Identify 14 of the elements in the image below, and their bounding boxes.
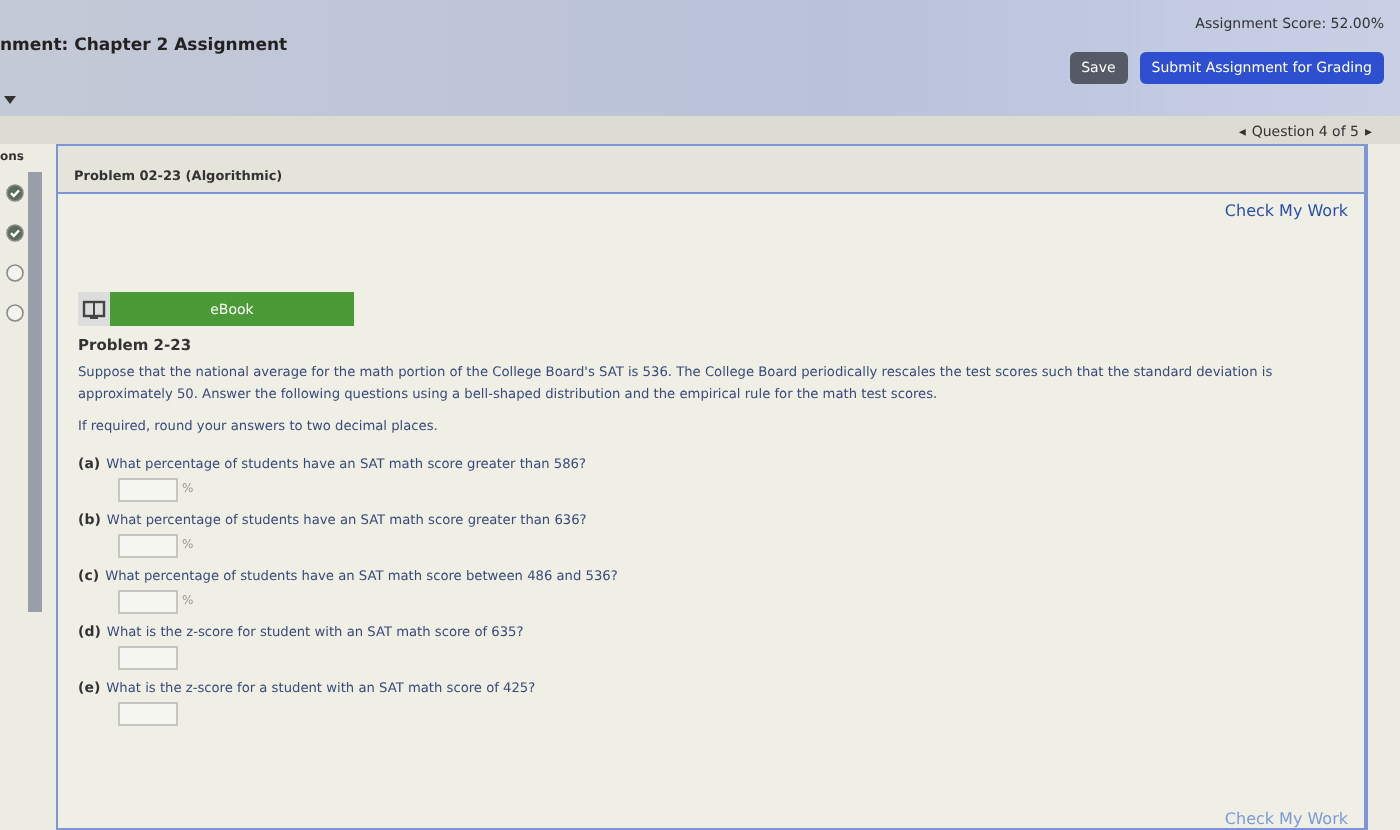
empty-circle-icon[interactable] <box>6 264 24 282</box>
answer-field[interactable] <box>118 701 178 726</box>
scrollbar[interactable] <box>28 172 42 612</box>
check-circle-icon[interactable] <box>6 184 24 202</box>
empty-circle-icon[interactable] <box>6 304 24 322</box>
answer-field[interactable] <box>118 589 178 614</box>
caret-icon[interactable] <box>4 96 16 104</box>
check-circle-icon[interactable] <box>6 224 24 242</box>
assignment-title: nment: Chapter 2 Assignment <box>0 36 288 56</box>
answer-field[interactable] <box>118 645 178 670</box>
check-my-work-link[interactable]: Check My Work <box>1224 202 1348 220</box>
answer-field[interactable] <box>118 533 178 558</box>
book-icon <box>82 299 106 319</box>
answer-field[interactable] <box>118 477 178 502</box>
